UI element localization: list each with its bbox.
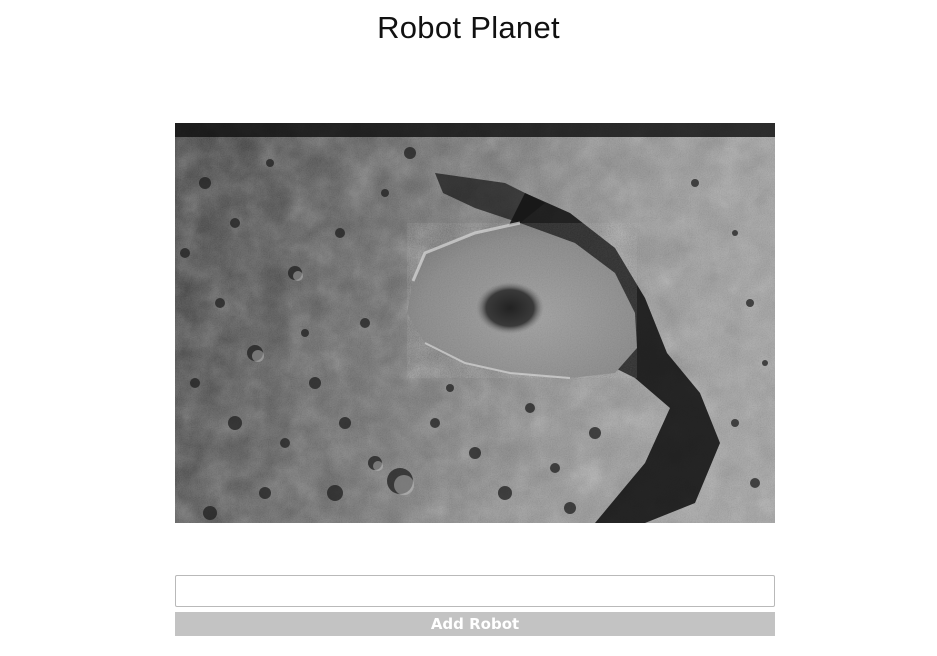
robot-name-input[interactable] — [175, 575, 775, 607]
add-robot-button[interactable]: Add Robot — [175, 612, 775, 636]
page-title: Robot Planet — [377, 10, 560, 45]
page: Robot Planet Add Robot — [0, 0, 937, 656]
planet-surface-image — [175, 123, 775, 523]
